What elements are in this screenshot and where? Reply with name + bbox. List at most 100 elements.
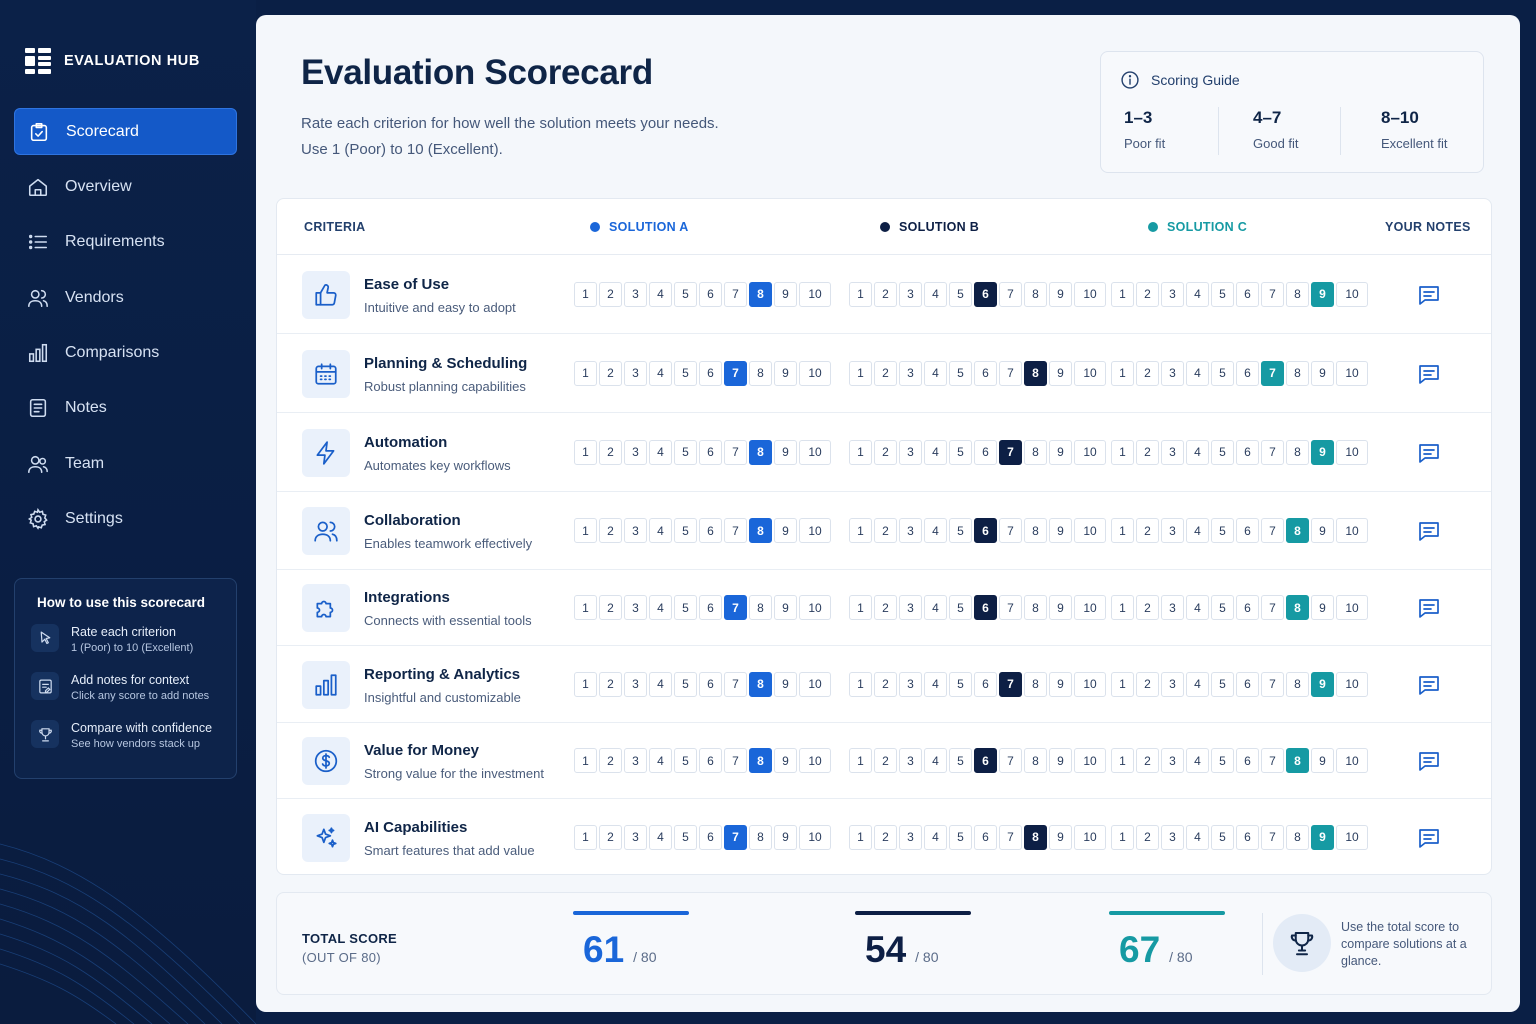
- score-option[interactable]: 2: [599, 518, 622, 543]
- score-option[interactable]: 2: [874, 671, 897, 697]
- sidebar-item-requirements[interactable]: Requirements: [14, 219, 237, 266]
- score-option-selected[interactable]: 8: [1286, 748, 1309, 773]
- score-option[interactable]: 5: [674, 824, 697, 850]
- score-option[interactable]: 3: [1161, 671, 1184, 697]
- score-option[interactable]: 4: [924, 748, 947, 773]
- score-option[interactable]: 6: [1236, 824, 1259, 850]
- score-option-selected[interactable]: 7: [724, 824, 747, 850]
- sidebar-item-settings[interactable]: Settings: [14, 496, 237, 543]
- score-option[interactable]: 7: [999, 595, 1022, 620]
- score-option[interactable]: 6: [699, 595, 722, 620]
- score-option-selected[interactable]: 9: [1311, 671, 1334, 697]
- add-note-button[interactable]: [1416, 748, 1442, 774]
- score-option[interactable]: 6: [1236, 748, 1259, 773]
- score-option[interactable]: 10: [1074, 281, 1106, 307]
- score-option[interactable]: 7: [1261, 595, 1284, 620]
- score-option[interactable]: 1: [849, 671, 872, 697]
- score-option-selected[interactable]: 6: [974, 595, 997, 620]
- score-option[interactable]: 1: [1111, 439, 1134, 465]
- score-option[interactable]: 1: [574, 595, 597, 620]
- score-option[interactable]: 3: [899, 595, 922, 620]
- score-option[interactable]: 1: [574, 748, 597, 773]
- score-option[interactable]: 5: [949, 748, 972, 773]
- score-option[interactable]: 5: [1211, 824, 1234, 850]
- score-option[interactable]: 2: [1136, 824, 1159, 850]
- score-option[interactable]: 5: [674, 518, 697, 543]
- score-option[interactable]: 4: [1186, 439, 1209, 465]
- add-note-button[interactable]: [1416, 361, 1442, 387]
- score-option[interactable]: 7: [724, 518, 747, 543]
- score-option[interactable]: 2: [1136, 281, 1159, 307]
- score-option[interactable]: 10: [1336, 360, 1368, 386]
- sidebar-item-scorecard[interactable]: Scorecard: [14, 108, 237, 155]
- score-option[interactable]: 10: [1074, 518, 1106, 543]
- score-option[interactable]: 1: [574, 824, 597, 850]
- score-option[interactable]: 4: [924, 518, 947, 543]
- score-option[interactable]: 10: [799, 671, 831, 697]
- score-option[interactable]: 10: [1074, 360, 1106, 386]
- score-option[interactable]: 3: [624, 671, 647, 697]
- score-option[interactable]: 6: [1236, 671, 1259, 697]
- score-option-selected[interactable]: 8: [1286, 595, 1309, 620]
- score-option[interactable]: 9: [1049, 671, 1072, 697]
- score-option[interactable]: 3: [1161, 360, 1184, 386]
- score-option[interactable]: 10: [1074, 439, 1106, 465]
- score-option[interactable]: 9: [774, 439, 797, 465]
- score-option[interactable]: 7: [999, 824, 1022, 850]
- score-option[interactable]: 3: [899, 281, 922, 307]
- score-option[interactable]: 3: [624, 281, 647, 307]
- score-option[interactable]: 10: [799, 595, 831, 620]
- score-option[interactable]: 4: [649, 824, 672, 850]
- score-option[interactable]: 7: [999, 360, 1022, 386]
- score-option[interactable]: 7: [1261, 439, 1284, 465]
- score-option[interactable]: 1: [1111, 281, 1134, 307]
- score-option[interactable]: 4: [1186, 824, 1209, 850]
- score-option[interactable]: 10: [799, 748, 831, 773]
- score-option[interactable]: 3: [1161, 281, 1184, 307]
- score-option[interactable]: 5: [949, 518, 972, 543]
- score-option[interactable]: 6: [974, 360, 997, 386]
- score-option[interactable]: 2: [599, 281, 622, 307]
- score-option[interactable]: 2: [1136, 748, 1159, 773]
- score-option[interactable]: 1: [849, 360, 872, 386]
- score-option[interactable]: 3: [899, 671, 922, 697]
- score-option[interactable]: 3: [1161, 439, 1184, 465]
- score-option[interactable]: 7: [724, 281, 747, 307]
- score-option[interactable]: 7: [1261, 748, 1284, 773]
- score-option[interactable]: 5: [1211, 360, 1234, 386]
- score-option[interactable]: 5: [1211, 281, 1234, 307]
- sidebar-item-comparisons[interactable]: Comparisons: [14, 330, 237, 377]
- score-option-selected[interactable]: 7: [1261, 360, 1284, 386]
- score-option[interactable]: 1: [1111, 824, 1134, 850]
- score-option[interactable]: 6: [699, 360, 722, 386]
- score-option-selected[interactable]: 8: [1024, 824, 1047, 850]
- score-option[interactable]: 2: [1136, 595, 1159, 620]
- score-option[interactable]: 5: [949, 439, 972, 465]
- score-option[interactable]: 3: [624, 748, 647, 773]
- score-option[interactable]: 8: [1024, 281, 1047, 307]
- score-option-selected[interactable]: 6: [974, 281, 997, 307]
- score-option[interactable]: 5: [674, 360, 697, 386]
- score-option[interactable]: 4: [1186, 595, 1209, 620]
- score-option[interactable]: 9: [1311, 595, 1334, 620]
- score-option[interactable]: 6: [699, 281, 722, 307]
- score-option[interactable]: 4: [649, 360, 672, 386]
- score-option[interactable]: 5: [1211, 518, 1234, 543]
- score-option[interactable]: 10: [799, 360, 831, 386]
- score-option[interactable]: 4: [1186, 748, 1209, 773]
- score-option[interactable]: 3: [1161, 824, 1184, 850]
- score-option[interactable]: 9: [1049, 748, 1072, 773]
- score-option[interactable]: 10: [1074, 671, 1106, 697]
- score-option[interactable]: 1: [1111, 671, 1134, 697]
- score-option[interactable]: 8: [1286, 824, 1309, 850]
- score-option[interactable]: 2: [599, 360, 622, 386]
- sidebar-item-notes[interactable]: Notes: [14, 385, 237, 432]
- score-option[interactable]: 4: [924, 671, 947, 697]
- score-option[interactable]: 7: [999, 748, 1022, 773]
- score-option[interactable]: 3: [624, 360, 647, 386]
- score-option[interactable]: 2: [1136, 671, 1159, 697]
- score-option[interactable]: 7: [724, 439, 747, 465]
- score-option[interactable]: 6: [1236, 518, 1259, 543]
- score-option[interactable]: 8: [1024, 518, 1047, 543]
- score-option[interactable]: 4: [924, 824, 947, 850]
